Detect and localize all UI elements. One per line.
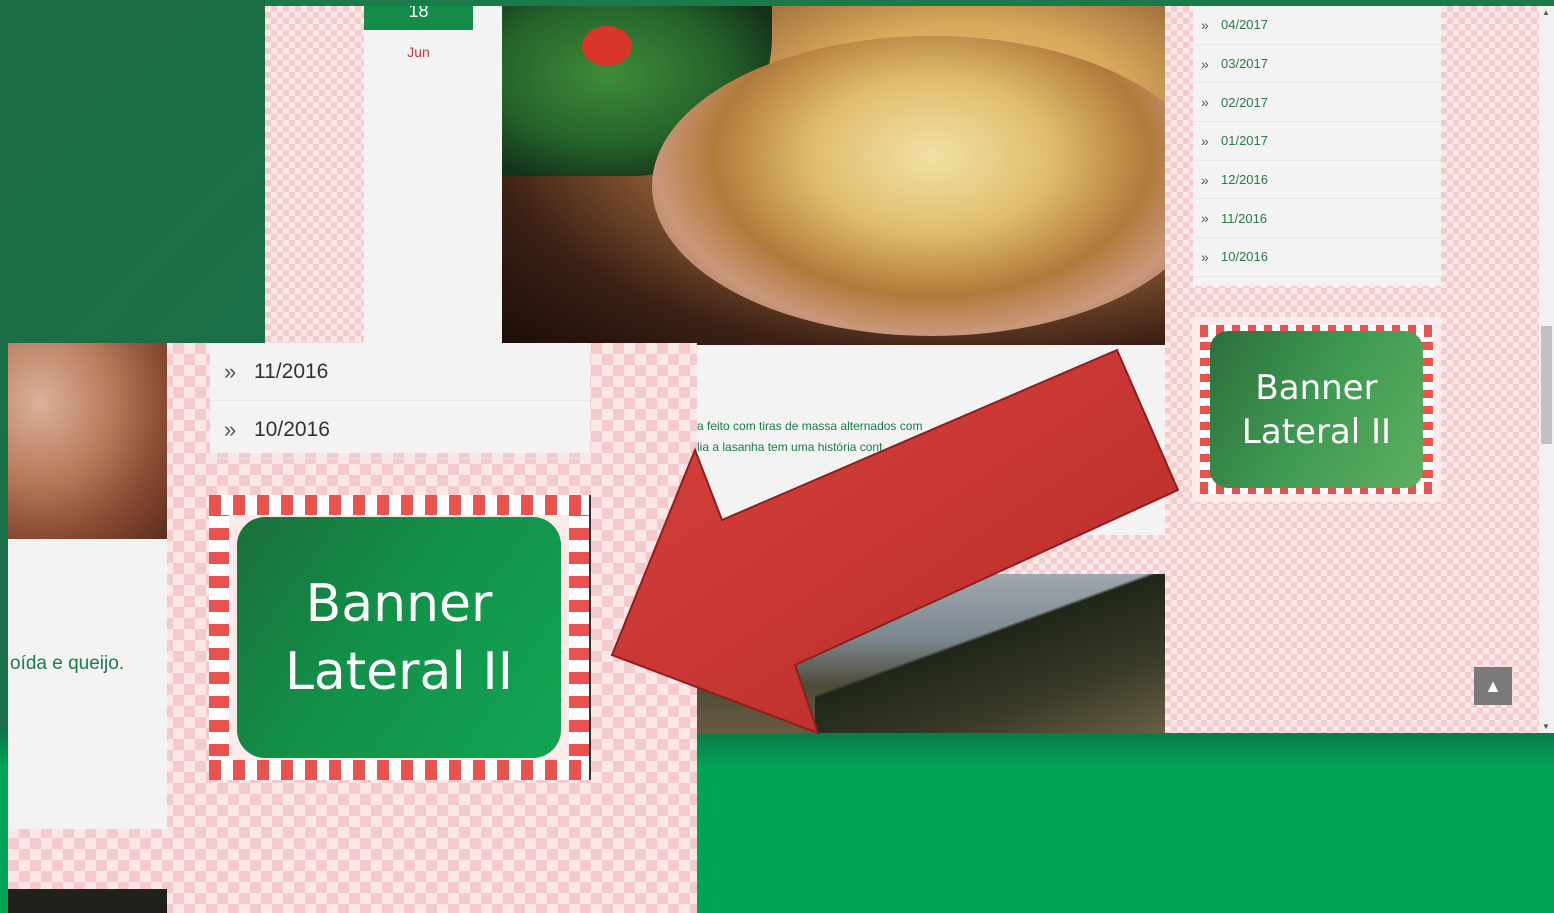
inset-archive-item[interactable]: » 10/2016 <box>210 401 590 459</box>
post-image-mountain[interactable] <box>695 574 1165 733</box>
post-image-lasagna[interactable] <box>502 6 1165 345</box>
banner-zoom-line-2: Lateral II <box>284 641 514 702</box>
archive-item[interactable]: » 12/2016 <box>1193 161 1441 200</box>
scrollbar[interactable]: ▲ ▼ <box>1539 6 1554 733</box>
archive-item[interactable]: » 01/2017 <box>1193 122 1441 161</box>
banner-lateral-zoomed[interactable]: Banner Lateral II <box>209 495 591 780</box>
zoom-inset: oída e queijo. » 11/2016 » 10/2016 Banner … <box>8 343 697 913</box>
archive-item-label: 12/2016 <box>1221 172 1268 188</box>
banner-lateral-small[interactable]: Banner Lateral II <box>1192 317 1441 502</box>
scroll-to-top-button[interactable]: ▲ <box>1474 667 1512 705</box>
inset-archive-item-label: 10/2016 <box>254 417 330 441</box>
inset-archive-item[interactable]: » 11/2016 <box>210 343 590 401</box>
archive-item-label: 01/2017 <box>1221 133 1268 149</box>
chevron-right-icon: » <box>224 416 237 442</box>
mountain-hill <box>815 574 1165 733</box>
inset-post-image-2 <box>8 889 167 913</box>
post-excerpt-line-1: a feito com tiras de massa alternados co… <box>697 419 923 433</box>
archive-item-label: 03/2017 <box>1221 56 1268 72</box>
chevron-right-icon: » <box>1201 55 1209 72</box>
chevron-right-icon: » <box>1201 171 1209 188</box>
archive-item-label: 10/2016 <box>1221 249 1268 265</box>
archive-item-label: 04/2017 <box>1221 17 1268 33</box>
chevron-right-icon: » <box>1201 248 1209 265</box>
chevron-right-icon: » <box>224 358 237 384</box>
banner-line-1: Banner <box>1255 367 1378 408</box>
inset-post-excerpt: oída e queijo. <box>10 653 125 674</box>
inset-post-body <box>8 539 167 829</box>
scroll-down-icon[interactable]: ▼ <box>1542 722 1550 731</box>
post-excerpt-line-2: lia a lasanha tem uma história cont <box>697 440 883 454</box>
inset-archive-item-label: 11/2016 <box>254 359 329 383</box>
arrow-up-icon: ▲ <box>1484 675 1502 696</box>
scrollbar-thumb[interactable] <box>1541 326 1552 444</box>
archive-item[interactable]: » 10/2016 <box>1193 238 1441 277</box>
chevron-right-icon: » <box>1201 210 1209 227</box>
chevron-right-icon: » <box>1201 94 1209 111</box>
scroll-up-icon[interactable]: ▲ <box>1542 8 1550 17</box>
chevron-right-icon: » <box>1201 16 1209 33</box>
archive-list: » 04/2017 » 03/2017 » 02/2017 » 01/2017 » 12/… <box>1193 6 1441 286</box>
archive-item[interactable]: » 02/2017 <box>1193 83 1441 123</box>
archive-item[interactable]: » 03/2017 <box>1193 45 1441 84</box>
chevron-right-icon: » <box>1201 132 1209 149</box>
archive-item-label: 11/2016 <box>1221 210 1268 226</box>
inset-post-image <box>8 343 167 539</box>
banner-inner-zoomed: Banner Lateral II <box>237 517 561 758</box>
archive-item[interactable]: » 04/2017 <box>1193 6 1441 45</box>
banner-line-2: Lateral II <box>1241 411 1392 452</box>
archive-item[interactable]: » 11/2016 <box>1193 199 1441 239</box>
inset-archive-list: » 11/2016 » 10/2016 <box>210 343 590 459</box>
tomato <box>582 26 632 66</box>
post-date-day: 18 <box>364 6 473 30</box>
post-date-month: Jun <box>407 44 430 60</box>
banner-zoom-line-1: Banner <box>305 573 493 634</box>
banner-inner: Banner Lateral II <box>1210 331 1423 488</box>
archive-item-label: 02/2017 <box>1221 94 1268 110</box>
post-date-column: 18 Jun <box>364 6 502 343</box>
